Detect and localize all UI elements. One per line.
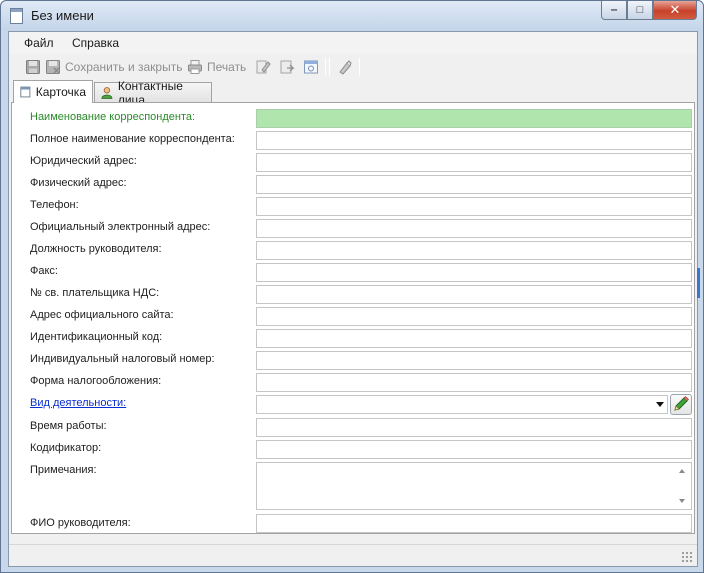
signature-pen-icon bbox=[339, 60, 352, 75]
document-arrow-button[interactable] bbox=[279, 58, 295, 76]
minimize-button[interactable]: ‒ bbox=[601, 1, 627, 20]
maximize-button[interactable]: □ bbox=[627, 1, 653, 20]
save-close-icon bbox=[46, 60, 60, 74]
document-arrow-icon bbox=[280, 60, 295, 74]
tab-strip: Карточка Контактные лица bbox=[9, 79, 697, 107]
vat-cert-label: № св. плательщика НДС: bbox=[30, 287, 160, 299]
edit-document-button[interactable] bbox=[255, 58, 271, 76]
notes-textarea[interactable] bbox=[256, 462, 692, 510]
working-hours-field[interactable] bbox=[256, 418, 692, 437]
physical-address-field[interactable] bbox=[256, 175, 692, 194]
notes-scrollbar[interactable] bbox=[675, 463, 691, 509]
toolbar-separator bbox=[325, 58, 326, 76]
tab-card-label: Карточка bbox=[35, 85, 86, 99]
tab-contacts[interactable]: Контактные лица bbox=[94, 79, 212, 107]
sign-button[interactable] bbox=[337, 58, 353, 76]
printer-icon bbox=[188, 60, 202, 74]
person-icon bbox=[101, 86, 113, 99]
menu-bar: Файл Справка bbox=[9, 32, 697, 54]
fax-field[interactable] bbox=[256, 263, 692, 282]
phone-field[interactable] bbox=[256, 197, 692, 216]
scroll-down-icon[interactable] bbox=[679, 499, 685, 503]
window-title: Без имени bbox=[31, 8, 94, 23]
menu-help[interactable]: Справка bbox=[72, 36, 119, 50]
edit-document-icon bbox=[256, 60, 271, 74]
form-view-button[interactable] bbox=[303, 58, 319, 76]
legal-address-label: Юридический адрес: bbox=[30, 155, 137, 167]
full-name-label: Полное наименование корреспондента: bbox=[30, 133, 235, 145]
head-name-field[interactable] bbox=[256, 514, 692, 533]
full-name-field[interactable] bbox=[256, 131, 692, 150]
head-position-label: Должность руководителя: bbox=[30, 243, 162, 255]
head-name-label: ФИО руководителя: bbox=[30, 517, 131, 529]
scroll-up-icon[interactable] bbox=[679, 469, 685, 473]
save-button[interactable] bbox=[25, 58, 41, 76]
form-window-icon bbox=[304, 60, 318, 74]
card-icon bbox=[20, 86, 31, 98]
window-controls: ‒ □ ✕ bbox=[601, 1, 697, 21]
legal-address-field[interactable] bbox=[256, 153, 692, 172]
resize-grip-icon[interactable] bbox=[681, 551, 693, 563]
save-close-label: Сохранить и закрыть bbox=[65, 60, 183, 74]
website-label: Адрес официального сайта: bbox=[30, 309, 174, 321]
codifier-label: Кодификатор: bbox=[30, 442, 102, 454]
maximize-icon: □ bbox=[636, 4, 644, 16]
fax-label: Факс: bbox=[30, 265, 58, 277]
document-icon bbox=[10, 8, 23, 24]
codifier-field[interactable] bbox=[256, 440, 692, 459]
vat-cert-field[interactable] bbox=[256, 285, 692, 304]
id-code-label: Идентификационный код: bbox=[30, 331, 163, 343]
print-label: Печать bbox=[207, 60, 247, 74]
id-code-field[interactable] bbox=[256, 329, 692, 348]
title-bar[interactable]: Без имени ‒ □ ✕ bbox=[1, 1, 703, 31]
app-window: Без имени ‒ □ ✕ Файл Справка Сохранить и… bbox=[0, 0, 704, 573]
tax-number-label: Индивидуальный налоговый номер: bbox=[30, 353, 215, 365]
pencil-icon bbox=[674, 396, 689, 411]
name-label: Наименование корреспондента: bbox=[30, 111, 196, 123]
toolbar-separator bbox=[359, 58, 360, 76]
client-area: Файл Справка Сохранить и закрыть Печать … bbox=[8, 31, 698, 567]
toolbar: Сохранить и закрыть Печать bbox=[9, 54, 697, 80]
print-button[interactable]: Печать bbox=[187, 58, 246, 76]
edit-activity-button[interactable] bbox=[670, 394, 692, 415]
close-icon: ✕ bbox=[669, 2, 681, 17]
chevron-down-icon bbox=[656, 402, 664, 407]
activity-link[interactable]: Вид деятельности: bbox=[30, 397, 126, 409]
physical-address-label: Физический адрес: bbox=[30, 177, 127, 189]
taxation-form-label: Форма налогообложения: bbox=[30, 375, 162, 387]
save-close-button[interactable]: Сохранить и закрыть bbox=[45, 58, 182, 76]
phone-label: Телефон: bbox=[30, 199, 79, 211]
notes-label: Примечания: bbox=[30, 464, 97, 476]
toolbar-separator bbox=[329, 58, 330, 76]
working-hours-label: Время работы: bbox=[30, 420, 107, 432]
email-field[interactable] bbox=[256, 219, 692, 238]
taxation-form-field[interactable] bbox=[256, 373, 692, 392]
tax-number-field[interactable] bbox=[256, 351, 692, 370]
card-panel: Наименование корреспондента: Полное наим… bbox=[11, 102, 695, 534]
window-edge-accent bbox=[697, 268, 700, 298]
activity-select[interactable] bbox=[256, 395, 668, 414]
close-button[interactable]: ✕ bbox=[653, 1, 697, 20]
email-label: Официальный электронный адрес: bbox=[30, 221, 211, 233]
tab-card[interactable]: Карточка bbox=[13, 80, 93, 103]
status-bar bbox=[9, 544, 697, 566]
menu-file[interactable]: Файл bbox=[24, 36, 54, 50]
website-field[interactable] bbox=[256, 307, 692, 326]
name-field[interactable] bbox=[256, 109, 692, 128]
floppy-disk-icon bbox=[26, 60, 40, 74]
minimize-icon: ‒ bbox=[610, 4, 618, 16]
head-position-field[interactable] bbox=[256, 241, 692, 260]
